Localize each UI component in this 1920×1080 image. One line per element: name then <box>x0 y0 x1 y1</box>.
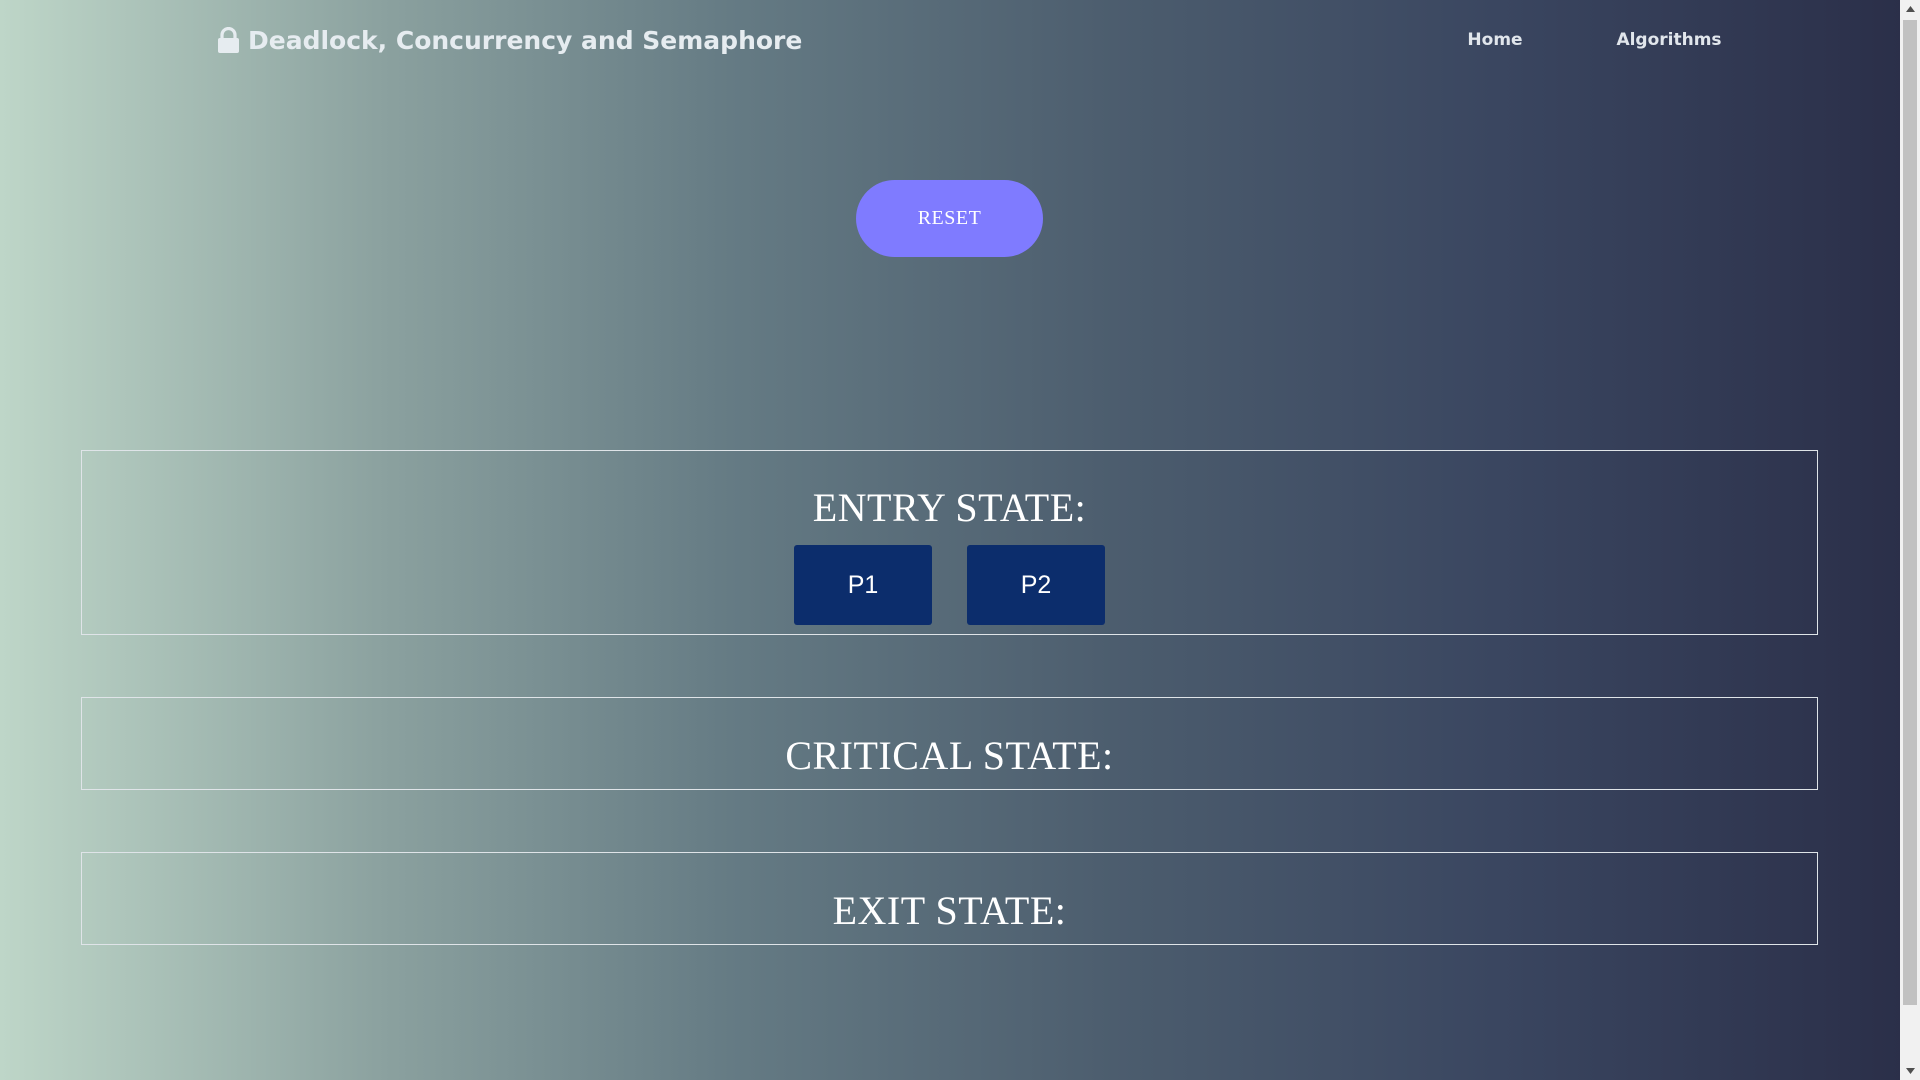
vertical-scrollbar[interactable] <box>1900 0 1920 1080</box>
scroll-down-arrow-icon[interactable] <box>1900 1062 1920 1080</box>
critical-state-panel: CRITICAL STATE: <box>81 697 1818 790</box>
critical-state-title: CRITICAL STATE: <box>785 733 1114 778</box>
entry-process-list: P1 P2 <box>82 545 1817 625</box>
nav-home-link[interactable]: Home <box>1440 30 1550 50</box>
nav-algorithms-link[interactable]: Algorithms <box>1614 30 1724 50</box>
process-p1-button[interactable]: P1 <box>794 545 932 625</box>
entry-state-panel: ENTRY STATE: P1 P2 <box>81 450 1818 635</box>
lock-icon <box>217 27 240 54</box>
top-nav: Home Algorithms <box>1440 30 1724 50</box>
exit-state-title: EXIT STATE: <box>832 888 1067 933</box>
entry-state-title: ENTRY STATE: <box>812 485 1087 530</box>
brand[interactable]: Deadlock, Concurrency and Semaphore <box>217 26 802 55</box>
exit-state-panel: EXIT STATE: <box>81 852 1818 945</box>
brand-title: Deadlock, Concurrency and Semaphore <box>248 26 803 55</box>
page: Deadlock, Concurrency and Semaphore Home… <box>0 0 1900 1080</box>
scroll-up-arrow-icon[interactable] <box>1900 0 1920 18</box>
reset-button[interactable]: RESET <box>856 180 1043 257</box>
scrollbar-thumb[interactable] <box>1903 20 1917 1005</box>
process-p2-button[interactable]: P2 <box>967 545 1105 625</box>
